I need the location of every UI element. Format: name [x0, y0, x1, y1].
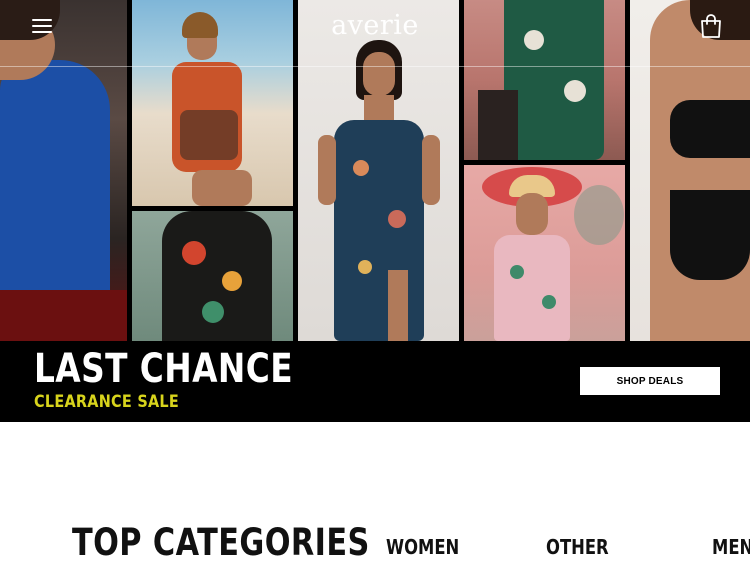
promo-strip: LAST CHANCE CLEARANCE SALE SHOP DEALS [0, 341, 750, 422]
shopping-bag-icon[interactable] [700, 14, 722, 38]
hamburger-menu-icon[interactable] [32, 18, 52, 34]
promo-title: LAST CHANCE [34, 346, 294, 392]
brand-logo[interactable]: averie [325, 10, 425, 41]
hero-photo-floral-set [132, 211, 293, 341]
category-women-link[interactable]: WOMEN [386, 537, 459, 557]
category-other-link[interactable]: OTHER [546, 537, 609, 557]
header-divider [0, 66, 750, 67]
top-categories-heading: TOP CATEGORIES [72, 521, 370, 563]
shop-deals-button[interactable]: SHOP DEALS [580, 367, 720, 395]
site-header: averie [0, 0, 750, 66]
category-men-link[interactable]: MEN [712, 537, 750, 557]
hero-banner[interactable]: averie LAST CHANCE CLEARANCE SALE SHOP D… [0, 0, 750, 422]
promo-subtitle: CLEARANCE SALE [34, 392, 180, 412]
hero-photo-sun-hat-dress [464, 165, 625, 341]
